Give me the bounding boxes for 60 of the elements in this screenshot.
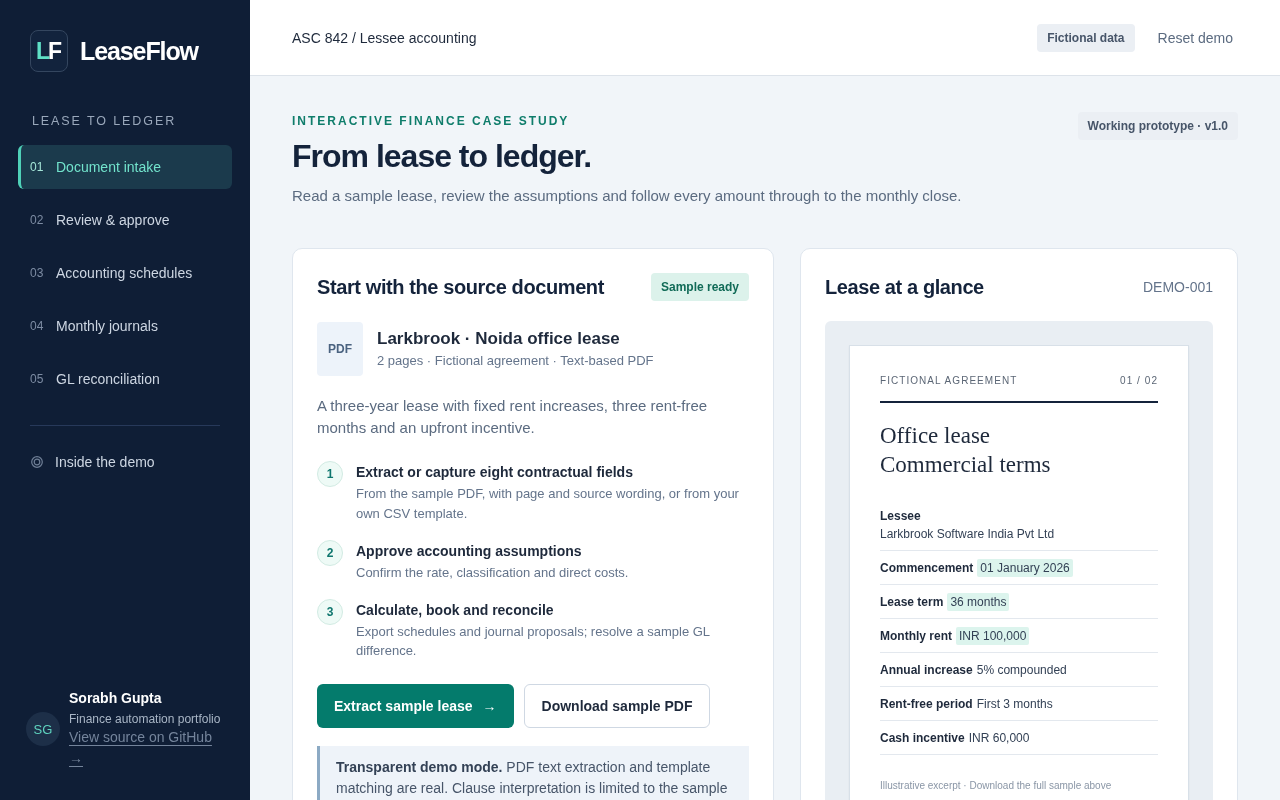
field-value: 36 months: [947, 592, 1010, 611]
field-value: INR 100,000: [956, 626, 1030, 645]
field-value: Larkbrook Software India Pvt Ltd: [880, 525, 1055, 543]
section-label: LEASE TO LEDGER: [32, 113, 177, 129]
document-title: Office lease Commercial terms: [880, 422, 1051, 479]
step-description: Confirm the rate, classification and direct costs.: [356, 563, 629, 582]
card-description: A three-year lease with fixed rent increases, three rent-free months and an upfront incentive.: [317, 396, 709, 438]
ring-icon: [31, 456, 43, 468]
version-badge: Working prototype · v1.0: [1077, 112, 1238, 140]
step-title: Calculate, book and reconcile: [356, 600, 554, 620]
card-title: Lease at a glance: [825, 275, 984, 300]
info-notice: Transparent demo mode. PDF text extraction and template matching are real. Clause interpretation is limited to the sample: [317, 745, 749, 800]
field-label: Rent-free period: [880, 695, 973, 713]
file-meta: 2 pages · Fictional agreement · Text-based PDF: [377, 352, 654, 370]
brand-name: LeaseFlow: [80, 36, 198, 66]
field-label: Commencement: [880, 559, 974, 577]
file-type-badge: PDF: [317, 322, 363, 376]
page-number: 01 / 02: [1120, 374, 1158, 388]
step-number: 3: [317, 598, 343, 625]
field-label: Lease term: [880, 593, 944, 611]
step-number: 2: [317, 539, 343, 566]
field-value: 01 January 2026: [977, 558, 1073, 577]
nav-item[interactable]: 03 Accounting schedules: [18, 251, 232, 295]
nav-item[interactable]: 04 Monthly journals: [18, 304, 232, 348]
document-footnote: Illustrative excerpt · Download the full sample above: [880, 779, 1112, 793]
card-title: Start with the source document: [317, 275, 604, 300]
sidebar-link[interactable]: Inside the demo: [18, 453, 155, 471]
page-subtitle: Read a sample lease, review the assumptions and follow every amount through to the monthly close.: [292, 186, 962, 206]
extract-button[interactable]: Extract sample lease →: [317, 683, 514, 728]
download-button[interactable]: Download sample PDF: [523, 683, 711, 728]
step-title: Approve accounting assumptions: [356, 541, 582, 561]
step-number: 1: [317, 461, 343, 487]
status-badge: Sample ready: [650, 273, 749, 301]
step-description: From the sample PDF, with page and source wording, or from your own CSV template.: [356, 485, 740, 523]
file-name: Larkbrook · Noida office lease: [377, 328, 620, 350]
nav-item[interactable]: 02 Review & approve: [18, 198, 232, 242]
nav-item[interactable]: 05 GL reconciliation: [18, 357, 232, 401]
step-title: Extract or capture eight contractual fields: [356, 463, 633, 482]
avatar: SG: [26, 712, 60, 746]
profile-role: Finance automation portfolio: [69, 711, 222, 727]
github-link[interactable]: View source on GitHub →: [69, 727, 225, 769]
document-label: FICTIONAL AGREEMENT: [880, 374, 1018, 388]
field-label: Cash incentive: [880, 729, 965, 747]
eyebrow-text: INTERACTIVE FINANCE CASE STUDY: [292, 113, 570, 129]
field-value: 5% compounded: [976, 661, 1067, 679]
field-label: Annual increase: [880, 661, 973, 679]
field-label: Lessee: [880, 507, 921, 525]
reset-button[interactable]: Reset demo: [1152, 25, 1238, 50]
field-label: Monthly rent: [880, 627, 952, 645]
logo-mark: LF: [30, 30, 68, 72]
page-title: From lease to ledger.: [292, 137, 592, 175]
field-value: First 3 months: [976, 695, 1053, 713]
field-value: INR 60,000: [968, 729, 1030, 747]
nav-item[interactable]: 01 Document intake: [18, 145, 232, 189]
arrow-icon: →: [482, 697, 497, 714]
profile-name: Sorabh Gupta: [69, 689, 163, 707]
reference-id: DEMO-001: [1142, 279, 1213, 295]
data-badge: Fictional data: [1037, 23, 1135, 52]
breadcrumb: ASC 842 / Lessee accounting: [292, 29, 477, 46]
step-description: Export schedules and journal proposals; resolve a sample GL difference.: [356, 622, 711, 660]
